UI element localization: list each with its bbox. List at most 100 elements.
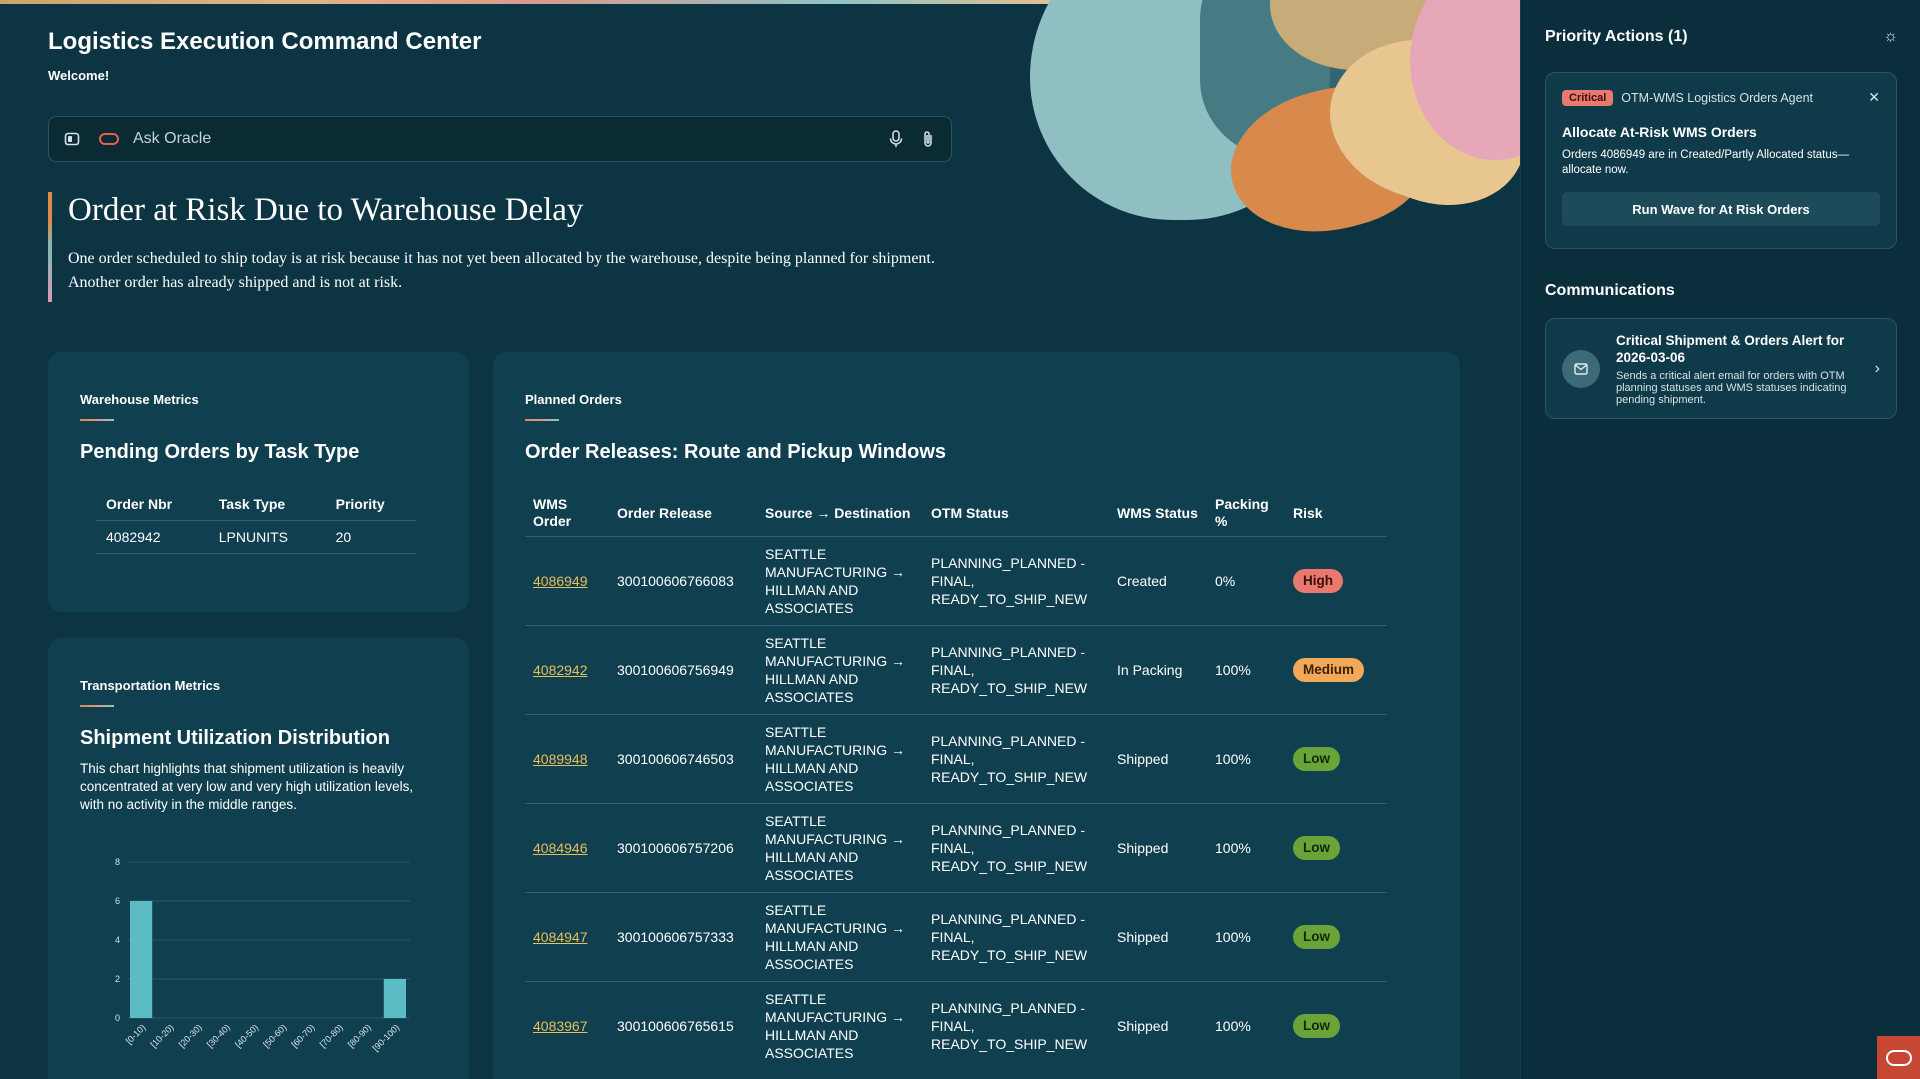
- action-description: Orders 4086949 are in Created/Partly All…: [1562, 149, 1850, 176]
- card-kicker: Planned Orders: [525, 392, 622, 407]
- risk-badge: Low: [1293, 836, 1340, 860]
- run-wave-button[interactable]: Run Wave for At Risk Orders: [1562, 192, 1880, 226]
- welcome-text: Welcome!: [48, 68, 110, 83]
- x-tick-label: [0-10): [124, 1022, 148, 1046]
- source-destination: SEATTLE MANUFACTURING → HILLMAN AND ASSO…: [765, 813, 905, 883]
- wms-status: Shipped: [1117, 1018, 1169, 1035]
- order-release: 300100606756949: [617, 662, 734, 678]
- critical-badge: Critical: [1562, 89, 1614, 106]
- column-header: WMS Status: [1117, 504, 1198, 521]
- pending-orders-table: Order Nbr Task Type Priority 4082942 LPN…: [96, 488, 416, 554]
- risk-summary: Order at Risk Due to Warehouse Delay One…: [48, 192, 968, 302]
- communication-title: Critical Shipment & Orders Alert for 202…: [1616, 332, 1845, 365]
- summary-text: One order scheduled to ship today is at …: [68, 250, 935, 291]
- wms-status: In Packing: [1117, 662, 1183, 678]
- order-release: 300100606765615: [617, 1018, 734, 1035]
- priority-actions-panel: Priority Actions (1) ☼ Critical OTM-WMS …: [1520, 0, 1920, 1079]
- utilization-bar-chart: 02468[0-10) [10-20) [20-30) [30-40) [40-50)[…: [115, 857, 410, 1053]
- otm-status: PLANNING_PLANNED - FINAL, READY_TO_SHIP_…: [931, 911, 1088, 963]
- otm-status: PLANNING_PLANNED - FINAL, READY_TO_SHIP_…: [931, 733, 1088, 785]
- order-releases-table: WMS Order Order Release Source → Destina…: [525, 490, 1387, 1071]
- risk-badge: Medium: [1293, 658, 1365, 682]
- mail-icon: [1562, 349, 1600, 388]
- chevron-right-icon[interactable]: ›: [1875, 360, 1880, 378]
- wms-status: Shipped: [1117, 840, 1169, 856]
- chart-description: This chart highlights that shipment util…: [80, 761, 414, 812]
- wms-status: Created: [1117, 573, 1167, 589]
- y-tick-label: 8: [115, 857, 120, 867]
- kicker-underline: [80, 705, 114, 707]
- risk-badge: High: [1293, 569, 1343, 593]
- priority-action-card: Critical OTM-WMS Logistics Orders Agent …: [1545, 72, 1897, 249]
- ask-oracle-bar[interactable]: Ask Oracle: [48, 116, 952, 162]
- risk-badge: Low: [1293, 925, 1340, 949]
- packing-percent: 0%: [1215, 573, 1236, 589]
- source-destination: SEATTLE MANUFACTURING → HILLMAN AND ASSO…: [765, 724, 905, 794]
- action-heading: Allocate At-Risk WMS Orders: [1562, 124, 1757, 140]
- wms-order-link[interactable]: 4086949: [533, 573, 588, 589]
- table-row: 4086949 300100606766083 SEATTLE MANUFACTUR…: [525, 536, 1387, 626]
- wms-order-link[interactable]: 4082942: [533, 662, 588, 678]
- x-tick-label: [90-100): [371, 1022, 402, 1053]
- order-release: 300100606757333: [617, 929, 734, 945]
- x-tick-label: [60-70): [289, 1022, 316, 1049]
- chart-bar[interactable]: [130, 901, 153, 1018]
- card-kicker: Transportation Metrics: [80, 678, 221, 693]
- oracle-logo-icon: [99, 133, 119, 145]
- close-icon[interactable]: ✕: [1868, 89, 1880, 106]
- x-tick-label: [30-40): [205, 1022, 232, 1049]
- accent-bar: [48, 192, 52, 302]
- otm-status: PLANNING_PLANNED - FINAL, READY_TO_SHIP_…: [931, 822, 1088, 874]
- table-row: 4089948 300100606746503 SEATTLE MANUFACTUR…: [525, 714, 1387, 804]
- wms-order-link[interactable]: 4083967: [533, 1018, 588, 1034]
- order-release: 300100606766083: [617, 573, 734, 589]
- y-tick-label: 0: [115, 1013, 120, 1023]
- source-destination: SEATTLE MANUFACTURING → HILLMAN AND ASSO…: [765, 546, 905, 616]
- microphone-icon[interactable]: [887, 130, 905, 148]
- wms-status: Shipped: [1117, 929, 1169, 945]
- warehouse-metrics-card: Warehouse Metrics Pending Orders by Task…: [48, 352, 469, 612]
- task-type: LPNUNITS: [208, 520, 326, 554]
- source-destination: SEATTLE MANUFACTURING → HILLMAN AND ASSO…: [765, 991, 905, 1062]
- column-header: Priority: [335, 496, 385, 512]
- wms-order-link[interactable]: 4084946: [533, 840, 588, 856]
- oracle-logo-icon: [1885, 1049, 1912, 1066]
- otm-status: PLANNING_PLANNED - FINAL, READY_TO_SHIP_…: [931, 644, 1088, 696]
- otm-status: PLANNING_PLANNED - FINAL, READY_TO_SHIP_…: [931, 555, 1088, 607]
- x-tick-label: [70-80): [318, 1022, 345, 1049]
- order-release: 300100606746503: [617, 751, 734, 767]
- packing-percent: 100%: [1215, 662, 1251, 678]
- otm-status: PLANNING_PLANNED - FINAL, READY_TO_SHIP_…: [931, 1000, 1088, 1053]
- wms-order-link[interactable]: 4084947: [533, 929, 588, 945]
- column-header: Packing %: [1215, 496, 1269, 529]
- y-tick-label: 4: [115, 935, 120, 945]
- sun-icon[interactable]: ☼: [1883, 28, 1898, 46]
- card-heading: Shipment Utilization Distribution: [80, 727, 390, 749]
- planned-orders-card: Planned Orders Order Releases: Route and…: [493, 352, 1460, 1079]
- ask-oracle-input[interactable]: Ask Oracle: [133, 130, 873, 148]
- risk-badge: Low: [1293, 747, 1340, 771]
- communication-item[interactable]: Critical Shipment & Orders Alert for 202…: [1545, 318, 1897, 419]
- order-number: 4082942: [96, 520, 209, 554]
- priority: 20: [325, 520, 416, 554]
- communication-description: Sends a critical alert email for orders …: [1616, 369, 1847, 406]
- wms-order-link[interactable]: 4089948: [533, 751, 588, 767]
- table-row: 4084947 300100606757333 SEATTLE MANUFACTUR…: [525, 892, 1387, 982]
- paperclip-icon[interactable]: [919, 130, 937, 148]
- x-tick-label: [10-20): [148, 1022, 175, 1049]
- oracle-assistant-button[interactable]: [1877, 1036, 1920, 1079]
- table-row: 4082942 300100606756949 SEATTLE MANUFACTUR…: [525, 625, 1387, 715]
- table-row: 4084946 300100606757206 SEATTLE MANUFACTUR…: [525, 803, 1387, 893]
- packing-percent: 100%: [1215, 929, 1251, 945]
- column-header: WMS Order: [533, 496, 572, 529]
- page-title: Logistics Execution Command Center: [48, 28, 482, 55]
- card-heading: Order Releases: Route and Pickup Windows: [525, 441, 947, 463]
- chart-bar[interactable]: [383, 979, 406, 1018]
- source-destination: SEATTLE MANUFACTURING → HILLMAN AND ASSO…: [765, 902, 905, 972]
- column-header: Source → Destination: [765, 504, 911, 521]
- sidebar-toggle-icon[interactable]: [63, 130, 81, 148]
- x-tick-label: [80-90): [346, 1022, 373, 1049]
- card-kicker: Warehouse Metrics: [80, 392, 199, 407]
- summary-heading: Order at Risk Due to Warehouse Delay: [68, 192, 584, 228]
- kicker-underline: [80, 419, 114, 421]
